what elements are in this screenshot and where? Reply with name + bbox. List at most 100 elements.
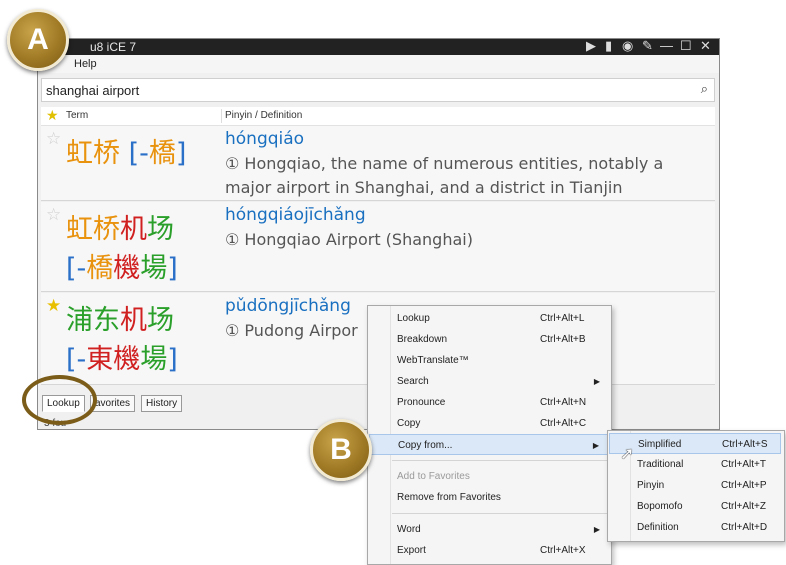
title-bar: u8 iCE 7 ▶ ▮ ◉ ✎ — ☐ ✕ xyxy=(38,38,719,55)
menu-separator xyxy=(392,460,607,461)
term-char: 浦 xyxy=(66,305,93,336)
submenu-item-definition[interactable]: Definition Ctrl+Alt+D xyxy=(609,517,781,538)
favorite-star-icon[interactable]: ☆ xyxy=(46,129,61,149)
menu-item-label: Copy xyxy=(397,418,421,429)
window-title: u8 iCE 7 xyxy=(90,40,137,54)
term-char: 橋 xyxy=(148,138,176,169)
menu-help[interactable]: Help xyxy=(74,58,97,70)
menu-item-label: Traditional xyxy=(637,459,684,470)
result-row[interactable]: ☆ 虹桥 [-橋] hóngqiáo ① Hongqiao, the name … xyxy=(41,126,715,201)
menu-item-label: Breakdown xyxy=(397,334,448,345)
minimize-icon[interactable]: — xyxy=(660,38,673,53)
result-pinyin: hóngqiáojīchǎng xyxy=(225,205,366,225)
term-char: 場 xyxy=(140,253,168,284)
term-char: 東 xyxy=(86,344,114,375)
term-char: [- xyxy=(66,253,87,284)
menu-item-shortcut: Ctrl+Alt+N xyxy=(540,397,587,408)
submenu-item-pinyin[interactable]: Pinyin Ctrl+Alt+P xyxy=(609,475,781,496)
result-pinyin: pǔdōngjīchǎng xyxy=(225,296,351,316)
menu-bar: Help xyxy=(38,55,719,73)
clipboard-icon[interactable]: ▮ xyxy=(605,38,612,54)
term-char: [- xyxy=(66,344,87,375)
menu-item-shortcut: Ctrl+Alt+B xyxy=(540,334,586,345)
term-char: 机 xyxy=(120,214,147,245)
favorite-star-icon[interactable]: ★ xyxy=(46,107,59,124)
menu-item-shortcut: Ctrl+Alt+X xyxy=(540,545,586,556)
menu-item-word[interactable]: Word ▶ xyxy=(369,519,608,540)
menu-item-label: Simplified xyxy=(638,439,682,450)
term-char: ] xyxy=(167,344,178,375)
menu-item-label: Pinyin xyxy=(637,480,665,491)
column-header: ★ Term Pinyin / Definition xyxy=(41,107,715,126)
submenu-arrow-icon: ▶ xyxy=(593,377,600,386)
result-term: 虹桥机场 [-橋機場] xyxy=(66,210,178,288)
menu-item-webtranslate[interactable]: WebTranslate™ xyxy=(369,350,608,371)
term-line: 虹桥机场 xyxy=(66,210,178,249)
menu-item-label: Remove from Favorites xyxy=(397,492,501,503)
menu-item-label: Lookup xyxy=(397,313,430,324)
submenu-item-bopomofo[interactable]: Bopomofo Ctrl+Alt+Z xyxy=(609,496,781,517)
menu-item-label: Pronounce xyxy=(397,397,446,408)
search-icon[interactable]: ⌕ xyxy=(701,81,708,97)
search-input[interactable] xyxy=(46,82,686,98)
menu-separator xyxy=(392,513,607,514)
term-char: [- xyxy=(120,138,149,169)
tab-history[interactable]: History xyxy=(141,395,183,412)
result-term: 浦东机场 [-東機場] xyxy=(66,301,178,379)
menu-item-label: Word xyxy=(397,524,421,535)
camera-icon[interactable]: ◉ xyxy=(622,38,633,54)
submenu-arrow-icon: ▶ xyxy=(593,525,600,534)
term-char: 虹 xyxy=(66,214,93,245)
term-char: ] xyxy=(175,138,187,169)
menu-item-search[interactable]: Search ▶ xyxy=(369,371,608,392)
search-box: ⌕ xyxy=(41,78,715,102)
menu-item-shortcut: Ctrl+Alt+S xyxy=(722,439,768,450)
term-char: ] xyxy=(167,253,178,284)
favorite-star-icon[interactable]: ☆ xyxy=(46,205,61,225)
menu-item-label: Copy from... xyxy=(398,440,453,451)
term-char: 橋 xyxy=(86,253,114,284)
term-char: 场 xyxy=(147,305,174,336)
menu-item-shortcut: Ctrl+Alt+C xyxy=(540,418,587,429)
menu-item-shortcut: Ctrl+Alt+L xyxy=(540,313,585,324)
result-row[interactable]: ☆ 虹桥机场 [-橋機場] hóngqiáojīchǎng ① Hongqiao … xyxy=(41,202,715,292)
menu-item-export[interactable]: Export Ctrl+Alt+X xyxy=(369,540,608,561)
submenu-item-traditional[interactable]: Traditional Ctrl+Alt+T xyxy=(609,454,781,475)
menu-item-label: Definition xyxy=(637,522,679,533)
term-char: 場 xyxy=(140,344,168,375)
context-menu: Lookup Ctrl+Alt+L Breakdown Ctrl+Alt+B WebTr… xyxy=(367,305,612,565)
menu-item-shortcut: Ctrl+Alt+D xyxy=(721,522,768,533)
term-line: 虹桥 [-橋] xyxy=(66,134,186,173)
menu-item-label: Search xyxy=(397,376,429,387)
term-char: 东 xyxy=(93,305,120,336)
menu-item-add-to-favorites: Add to Favorites xyxy=(369,466,608,487)
menu-item-label: WebTranslate™ xyxy=(397,355,469,366)
submenu-arrow-icon: ▶ xyxy=(592,441,599,450)
maximize-icon[interactable]: ☐ xyxy=(680,38,692,54)
mouse-cursor-icon: ➚ xyxy=(620,444,635,463)
menu-item-copy[interactable]: Copy Ctrl+Alt+C xyxy=(369,413,608,434)
menu-item-remove-from-favorites[interactable]: Remove from Favorites xyxy=(369,487,608,508)
callout-circle xyxy=(22,375,97,425)
term-char: 场 xyxy=(147,214,174,245)
term-line: [-橋機場] xyxy=(66,249,178,288)
menu-item-copy-from[interactable]: Copy from... ▶ xyxy=(369,434,608,455)
term-char: 機 xyxy=(113,253,141,284)
play-icon[interactable]: ▶ xyxy=(586,38,596,54)
favorite-star-icon[interactable]: ★ xyxy=(46,296,61,316)
term-line: [-東機場] xyxy=(66,340,178,379)
menu-item-breakdown[interactable]: Breakdown Ctrl+Alt+B xyxy=(369,329,608,350)
column-term[interactable]: Term xyxy=(66,110,88,121)
menu-item-lookup[interactable]: Lookup Ctrl+Alt+L xyxy=(369,308,608,329)
wrench-icon[interactable]: ✎ xyxy=(642,38,653,54)
submenu-item-simplified[interactable]: Simplified Ctrl+Alt+S xyxy=(609,433,781,454)
column-pinyin-definition[interactable]: Pinyin / Definition xyxy=(225,110,302,121)
term-char: 機 xyxy=(113,344,141,375)
menu-item-label: Add to Favorites xyxy=(397,471,470,482)
menu-item-label: Bopomofo xyxy=(637,501,683,512)
term-char: 虹 xyxy=(66,138,93,169)
term-char: 桥 xyxy=(93,138,120,169)
close-icon[interactable]: ✕ xyxy=(700,38,711,54)
menu-item-pronounce[interactable]: Pronounce Ctrl+Alt+N xyxy=(369,392,608,413)
column-divider xyxy=(221,109,222,123)
